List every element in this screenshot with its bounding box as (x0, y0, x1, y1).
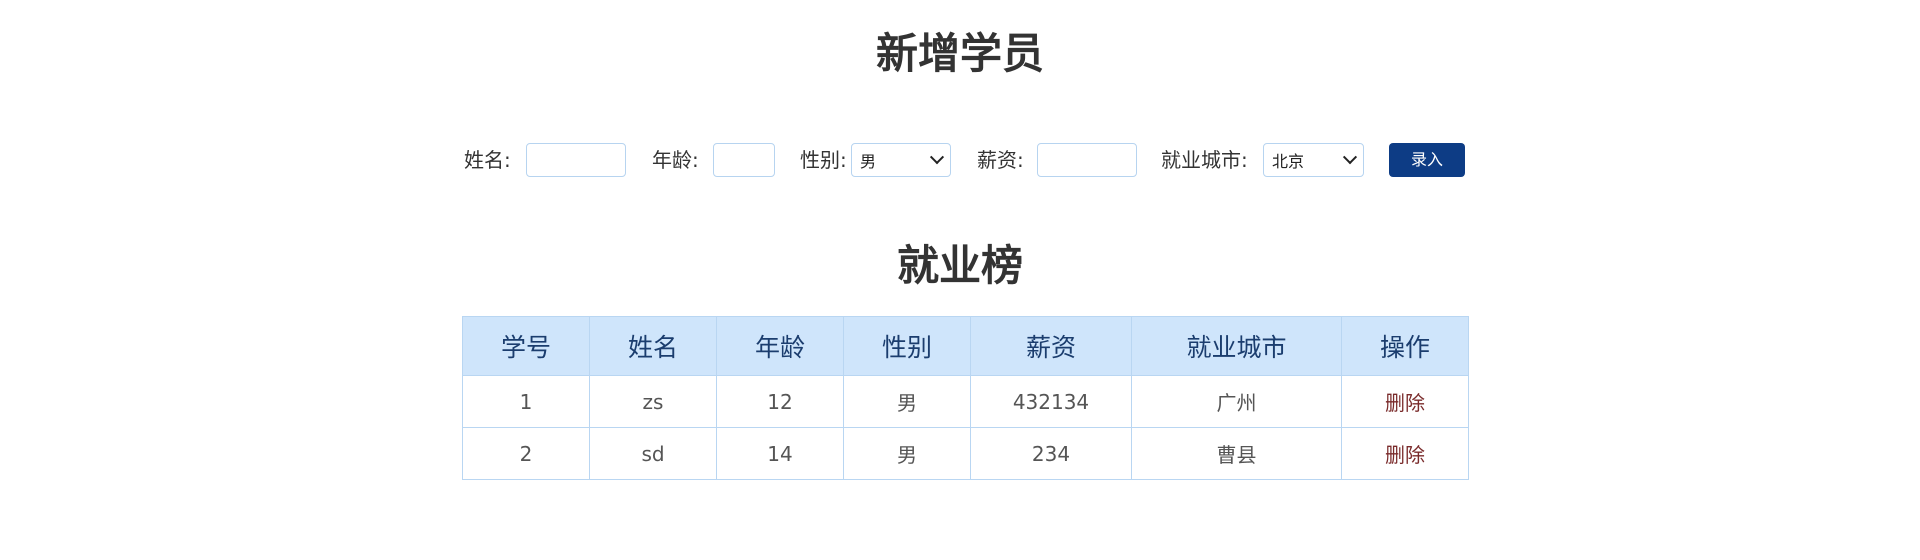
cell-city: 曹县 (1131, 427, 1342, 480)
delete-link[interactable]: 删除 (1341, 375, 1469, 428)
cell-id: 2 (462, 427, 590, 480)
cell-salary: 432134 (970, 375, 1132, 428)
city-label: 就业城市: (1161, 148, 1248, 172)
cell-city: 广州 (1131, 375, 1342, 428)
employment-table: 学号 姓名 年龄 性别 薪资 就业城市 操作 1 zs 12 男 432134 … (462, 316, 1469, 480)
gender-select[interactable]: 男 (851, 143, 951, 177)
salary-label: 薪资: (977, 148, 1024, 172)
age-label: 年龄: (652, 148, 699, 172)
column-header-city: 就业城市 (1131, 316, 1342, 376)
gender-select-value: 男 (860, 152, 877, 171)
table-header-row: 学号 姓名 年龄 性别 薪资 就业城市 操作 (462, 316, 1469, 376)
age-input[interactable] (713, 143, 775, 177)
submit-button[interactable]: 录入 (1389, 143, 1465, 177)
cell-name: sd (589, 427, 717, 480)
cell-gender: 男 (843, 427, 971, 480)
column-header-age: 年龄 (716, 316, 844, 376)
column-header-action: 操作 (1341, 316, 1469, 376)
cell-id: 1 (462, 375, 590, 428)
column-header-name: 姓名 (589, 316, 717, 376)
cell-age: 14 (716, 427, 844, 480)
city-select-value: 北京 (1272, 152, 1305, 171)
name-label: 姓名: (464, 148, 511, 172)
column-header-salary: 薪资 (970, 316, 1132, 376)
add-student-title: 新增学员 (875, 29, 1044, 78)
cell-age: 12 (716, 375, 844, 428)
column-header-gender: 性别 (843, 316, 971, 376)
add-student-form: 姓名: 年龄: 性别: 男 薪资: 就业城市: 北京 录入 (464, 142, 1465, 178)
cell-name: zs (589, 375, 717, 428)
city-select[interactable]: 北京 (1263, 143, 1364, 177)
cell-salary: 234 (970, 427, 1132, 480)
chevron-down-icon (1342, 150, 1358, 165)
salary-input[interactable] (1037, 143, 1137, 177)
table-row: 2 sd 14 男 234 曹县 删除 (462, 427, 1469, 480)
cell-gender: 男 (843, 375, 971, 428)
name-input[interactable] (526, 143, 626, 177)
employment-board-title: 就业榜 (896, 241, 1023, 290)
delete-link[interactable]: 删除 (1341, 427, 1469, 480)
page: 新增学员 姓名: 年龄: 性别: 男 薪资: 就业城市: 北京 录入 就业榜 学… (0, 0, 1920, 560)
chevron-down-icon (929, 150, 945, 165)
gender-label: 性别: (800, 148, 847, 172)
table-row: 1 zs 12 男 432134 广州 删除 (462, 375, 1469, 428)
column-header-id: 学号 (462, 316, 590, 376)
